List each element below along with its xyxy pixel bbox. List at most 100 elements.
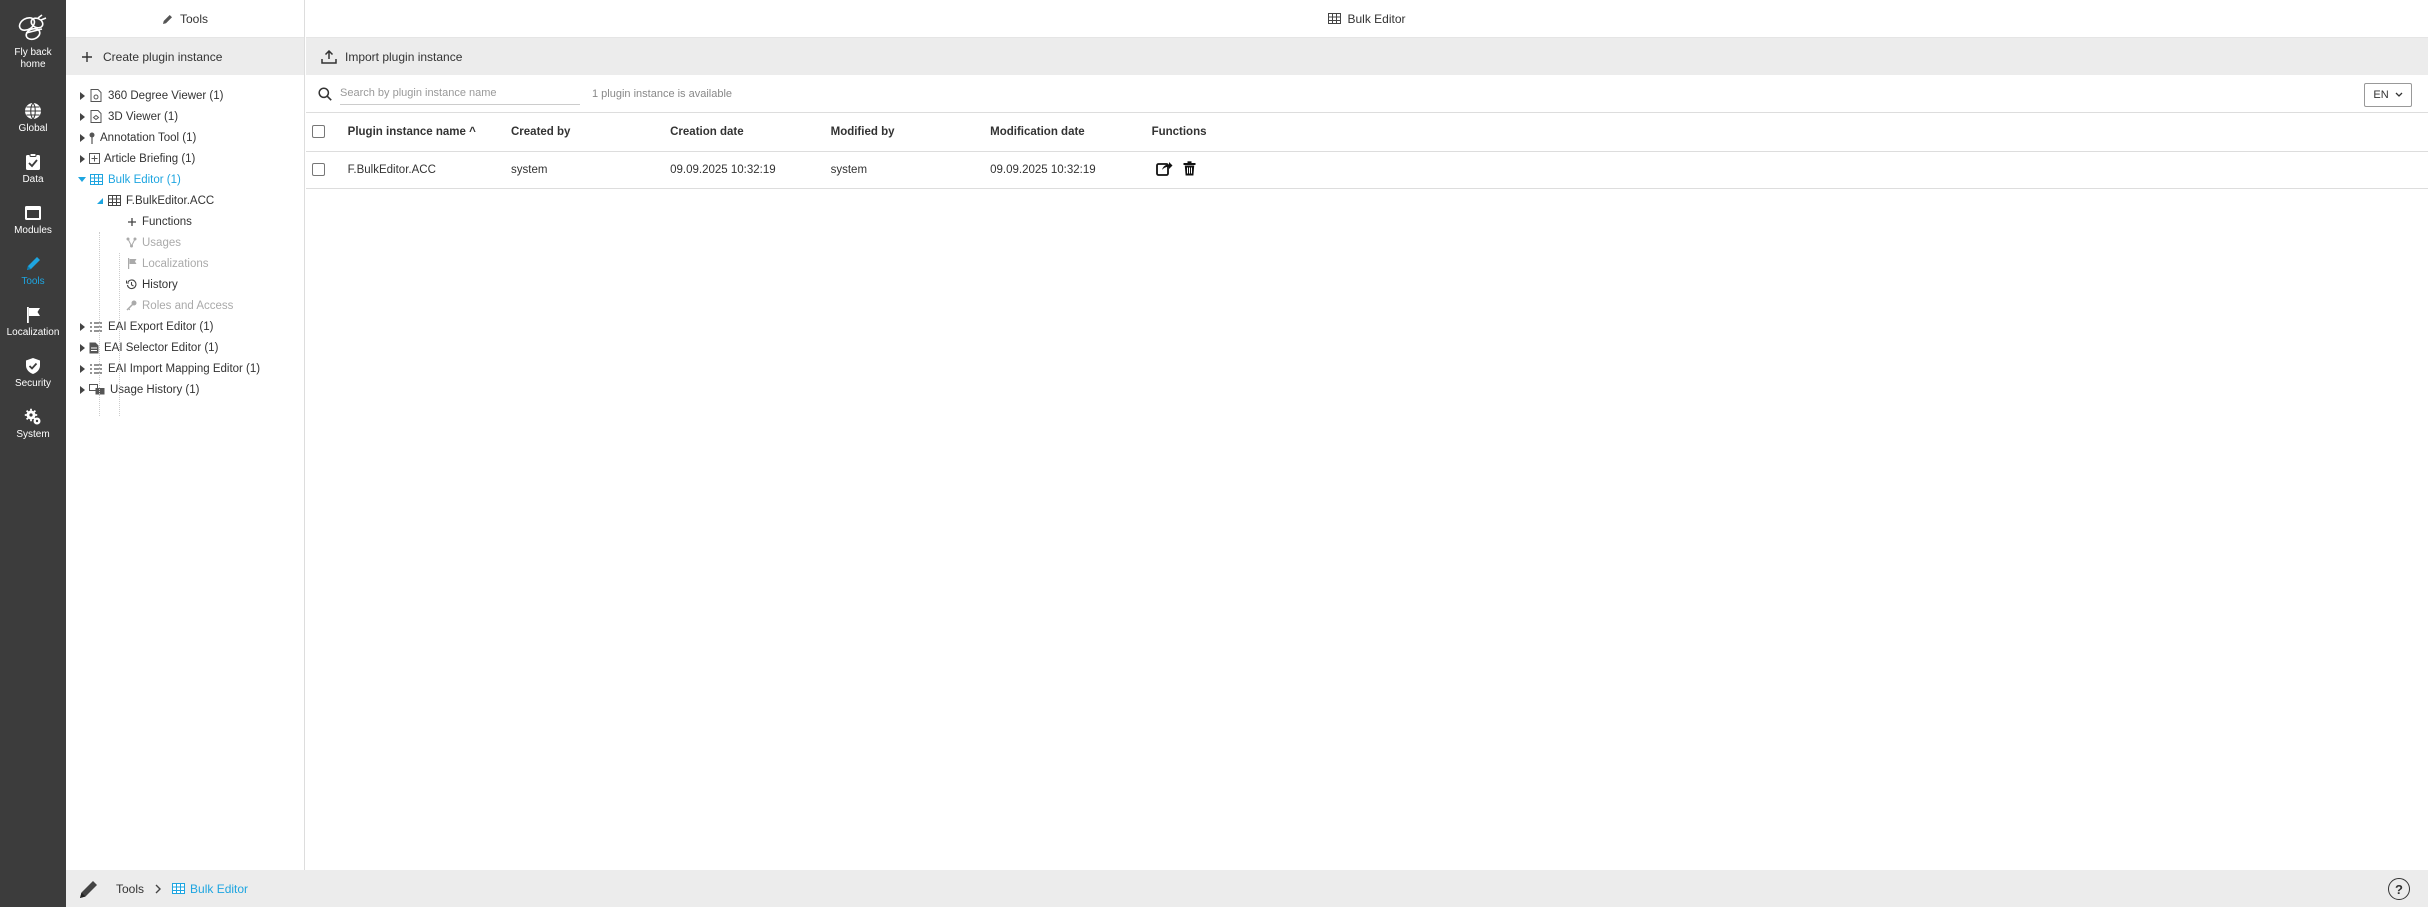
plus-icon <box>125 217 138 227</box>
tree-item-bulk-editor[interactable]: Bulk Editor (1) <box>66 169 304 190</box>
tree-item-label: Annotation Tool (1) <box>100 131 197 144</box>
table-icon <box>1328 13 1342 24</box>
column-header-functions: Functions <box>1151 113 1312 152</box>
rail-label-security: Security <box>14 378 52 389</box>
cell-creation-date: 09.09.2025 10:32:19 <box>670 151 831 189</box>
instance-count: 1 plugin instance is available <box>592 87 733 100</box>
breadcrumb-bulk-editor[interactable]: Bulk Editor <box>172 882 248 896</box>
tree-item-history[interactable]: History <box>66 274 304 295</box>
table-header-row: Plugin instance name ^ Created by Creati… <box>306 113 2428 152</box>
expand-toggle[interactable] <box>76 343 88 352</box>
export-icon[interactable] <box>1155 161 1173 176</box>
column-header-modification-date[interactable]: Modification date <box>990 113 1152 152</box>
language-value: EN <box>2373 89 2389 101</box>
tree-item-eai-selector-editor[interactable]: EAI Selector Editor (1) <box>66 337 304 358</box>
tree-item-article-briefing[interactable]: Article Briefing (1) <box>66 148 304 169</box>
collapse-toggle[interactable] <box>76 177 88 182</box>
cell-functions <box>1151 151 1312 189</box>
tree-item-usage-history[interactable]: Usage History (1) <box>66 379 304 400</box>
cell-name[interactable]: F.BulkEditor.ACC <box>347 151 511 189</box>
search-input[interactable] <box>340 82 580 105</box>
table-icon <box>172 883 186 894</box>
tree-item-360-degree-viewer[interactable]: 360 Degree Viewer (1) <box>66 85 304 106</box>
language-select[interactable]: EN <box>2364 83 2412 107</box>
main-title: Bulk Editor <box>1347 11 1406 26</box>
breadcrumb-footer: Tools Bulk Editor ? <box>66 870 2428 907</box>
pin-icon <box>88 132 96 144</box>
expand-toggle[interactable] <box>76 322 88 331</box>
tree-item-label: History <box>142 278 178 291</box>
breadcrumb-tools[interactable]: Tools <box>116 882 144 896</box>
help-button[interactable]: ? <box>2388 878 2410 900</box>
column-header-name[interactable]: Plugin instance name ^ <box>347 113 511 152</box>
rail-item-tools[interactable]: Tools <box>0 243 66 294</box>
plus-square-icon <box>88 153 100 164</box>
rail-item-data[interactable]: Data <box>0 141 66 192</box>
plugin-tree: 360 Degree Viewer (1) 3D Viewer (1) Anno… <box>66 75 304 416</box>
share-nodes-icon <box>125 237 138 248</box>
tree-item-annotation-tool[interactable]: Annotation Tool (1) <box>66 127 304 148</box>
expand-toggle[interactable] <box>76 364 88 373</box>
cell-modified-by: system <box>830 151 991 189</box>
rail-item-modules[interactable]: Modules <box>0 192 66 243</box>
row-checkbox[interactable] <box>312 163 325 176</box>
tree-item-roles-and-access[interactable]: Roles and Access <box>66 295 304 316</box>
tree-item-eai-import-mapping-editor[interactable]: EAI Import Mapping Editor (1) <box>66 358 304 379</box>
history-icon <box>125 279 138 290</box>
rail-label-modules: Modules <box>14 225 52 236</box>
home-label-1: Fly back <box>14 47 52 58</box>
expand-toggle[interactable] <box>76 112 88 121</box>
left-rail: Fly back home Global Data Modules Tools … <box>0 0 66 907</box>
flag-icon <box>27 307 40 323</box>
fly-back-home-button[interactable]: Fly back home <box>0 0 66 90</box>
expand-toggle[interactable] <box>76 133 88 142</box>
clipboard-icon <box>26 153 40 170</box>
tree-item-f-bulkeditor-acc[interactable]: F.BulkEditor.ACC <box>66 190 304 211</box>
expand-toggle[interactable] <box>76 154 88 163</box>
tree-item-label: Localizations <box>142 257 209 270</box>
tree-item-label: Bulk Editor (1) <box>108 173 181 186</box>
tree-item-3d-viewer[interactable]: 3D Viewer (1) <box>66 106 304 127</box>
document-icon <box>88 110 104 123</box>
tree-item-eai-export-editor[interactable]: EAI Export Editor (1) <box>66 316 304 337</box>
rail-item-security[interactable]: Security <box>0 345 66 396</box>
tree-item-usages[interactable]: Usages <box>66 232 304 253</box>
tree-panel-header: Tools <box>66 0 304 38</box>
tree-item-functions[interactable]: Functions <box>66 211 304 232</box>
expand-toggle[interactable] <box>76 91 88 100</box>
tree-item-localizations[interactable]: Localizations <box>66 253 304 274</box>
table-icon <box>106 195 122 206</box>
create-plugin-instance-button[interactable]: Create plugin instance <box>66 38 304 75</box>
plugin-instance-table: Plugin instance name ^ Created by Creati… <box>306 113 2428 189</box>
plus-icon <box>82 51 92 62</box>
column-header-modified-by[interactable]: Modified by <box>830 113 991 152</box>
search-icon <box>318 86 332 101</box>
window-icon <box>25 206 41 220</box>
column-header-created-by[interactable]: Created by <box>511 113 671 152</box>
list-icon <box>88 321 104 332</box>
tree-item-label: EAI Import Mapping Editor (1) <box>108 362 261 375</box>
pencil-icon <box>162 14 172 24</box>
select-all-checkbox[interactable] <box>312 125 325 139</box>
tree-guide-line <box>99 232 100 416</box>
import-plugin-instance-label: Import plugin instance <box>345 49 463 64</box>
table-row[interactable]: F.BulkEditor.ACC system 09.09.2025 10:32… <box>306 151 2428 189</box>
rail-label-global: Global <box>18 123 48 134</box>
column-header-creation-date[interactable]: Creation date <box>670 113 831 152</box>
flag-icon <box>125 258 138 269</box>
cell-created-by: system <box>511 151 671 189</box>
rail-item-localization[interactable]: Localization <box>0 294 66 345</box>
trash-icon[interactable] <box>1183 160 1196 176</box>
main-header: Bulk Editor <box>306 0 2428 38</box>
import-plugin-instance-button[interactable]: Import plugin instance <box>306 38 2428 75</box>
tree-panel: Tools Create plugin instance 360 Degree … <box>66 0 305 870</box>
collapse-toggle[interactable] <box>94 197 106 204</box>
rail-item-system[interactable]: System <box>0 396 66 447</box>
tree-item-label: Usages <box>142 236 181 249</box>
gears-icon <box>24 408 41 425</box>
tree-item-label: Roles and Access <box>142 299 234 312</box>
expand-toggle[interactable] <box>76 385 88 394</box>
rail-label-tools: Tools <box>21 276 45 287</box>
rail-item-global[interactable]: Global <box>0 90 66 141</box>
tree-item-label: EAI Export Editor (1) <box>108 320 214 333</box>
